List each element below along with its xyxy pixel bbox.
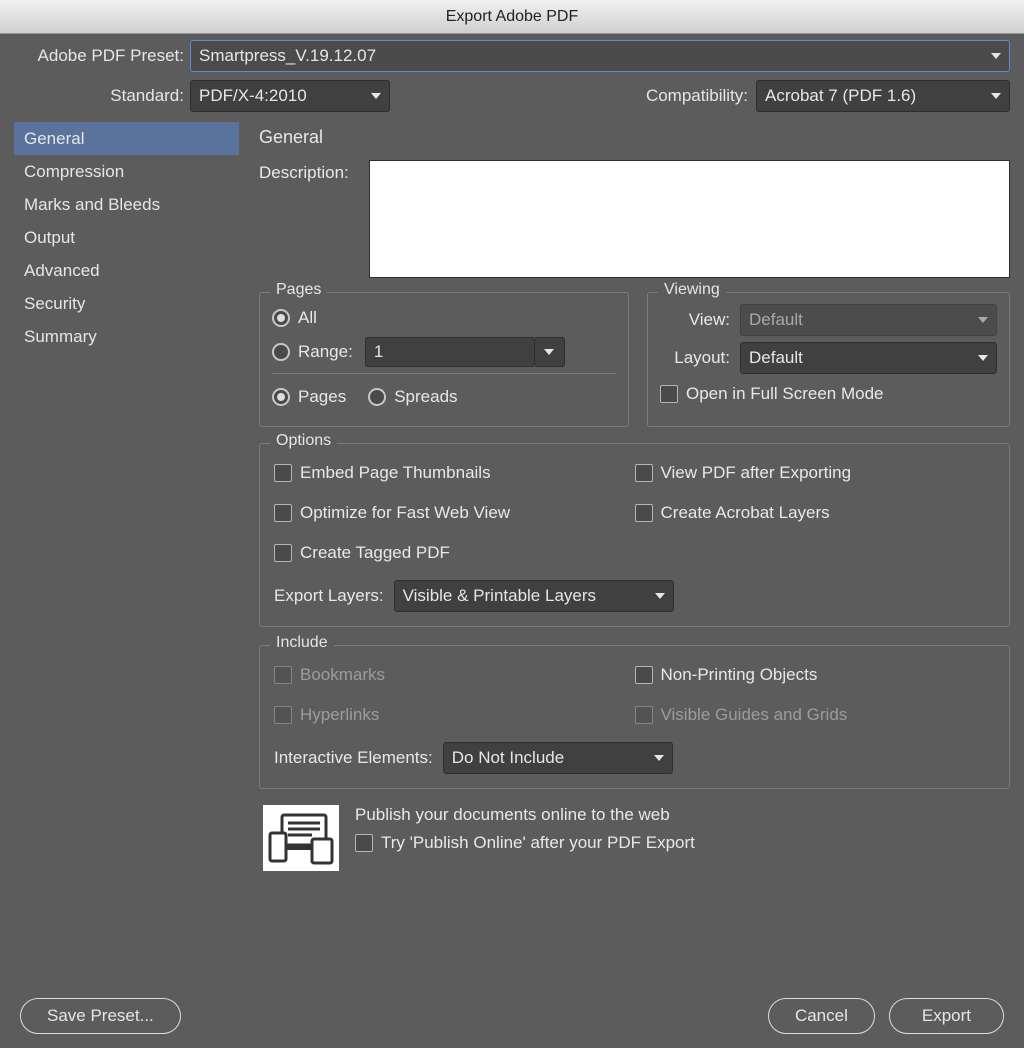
radio-range-label: Range: bbox=[298, 342, 353, 362]
chevron-down-icon bbox=[978, 355, 988, 361]
guides-label: Visible Guides and Grids bbox=[661, 705, 848, 725]
view-after-export-label: View PDF after Exporting bbox=[661, 463, 852, 483]
sidebar-item-output[interactable]: Output bbox=[14, 221, 239, 254]
export-button[interactable]: Export bbox=[889, 998, 1004, 1034]
save-preset-label: Save Preset... bbox=[47, 1006, 154, 1025]
options-group: Options Embed Page Thumbnails View PDF a… bbox=[259, 443, 1010, 627]
export-layers-value: Visible & Printable Layers bbox=[403, 586, 596, 606]
pages-group: Pages All Range: 1 bbox=[259, 292, 629, 427]
panel-heading: General bbox=[259, 127, 1010, 148]
view-after-export-checkbox[interactable] bbox=[635, 464, 653, 482]
export-label: Export bbox=[922, 1006, 971, 1025]
bookmarks-checkbox bbox=[274, 666, 292, 684]
publish-headline: Publish your documents online to the web bbox=[355, 805, 695, 825]
sidebar-item-security[interactable]: Security bbox=[14, 287, 239, 320]
save-preset-button[interactable]: Save Preset... bbox=[20, 998, 181, 1034]
sidebar-item-label: Summary bbox=[24, 327, 97, 347]
publish-online-checkbox[interactable] bbox=[355, 834, 373, 852]
compatibility-dropdown[interactable]: Acrobat 7 (PDF 1.6) bbox=[756, 80, 1010, 112]
sidebar-item-marks-bleeds[interactable]: Marks and Bleeds bbox=[14, 188, 239, 221]
range-input[interactable]: 1 bbox=[365, 337, 535, 367]
sidebar-item-label: Compression bbox=[24, 162, 124, 182]
preset-value: Smartpress_V.19.12.07 bbox=[199, 46, 376, 66]
category-sidebar: General Compression Marks and Bleeds Out… bbox=[14, 122, 239, 871]
window-title: Export Adobe PDF bbox=[446, 8, 579, 26]
non-printing-checkbox[interactable] bbox=[635, 666, 653, 684]
compatibility-label: Compatibility: bbox=[646, 86, 748, 106]
radio-all[interactable] bbox=[272, 309, 290, 327]
view-value: Default bbox=[749, 310, 803, 330]
acrobat-layers-label: Create Acrobat Layers bbox=[661, 503, 830, 523]
include-legend: Include bbox=[270, 634, 334, 652]
chevron-down-icon bbox=[655, 593, 665, 599]
cancel-label: Cancel bbox=[795, 1006, 848, 1025]
interactive-elements-value: Do Not Include bbox=[452, 748, 564, 768]
cancel-button[interactable]: Cancel bbox=[768, 998, 875, 1034]
chevron-down-icon bbox=[654, 755, 664, 761]
guides-checkbox bbox=[635, 706, 653, 724]
radio-spreads[interactable] bbox=[368, 388, 386, 406]
fullscreen-checkbox[interactable] bbox=[660, 385, 678, 403]
chevron-down-icon bbox=[371, 93, 381, 99]
standard-value: PDF/X-4:2010 bbox=[199, 86, 307, 106]
fast-web-view-checkbox[interactable] bbox=[274, 504, 292, 522]
layout-label: Layout: bbox=[660, 348, 730, 368]
preset-dropdown[interactable]: Smartpress_V.19.12.07 bbox=[190, 40, 1010, 72]
sidebar-item-advanced[interactable]: Advanced bbox=[14, 254, 239, 287]
export-layers-dropdown[interactable]: Visible & Printable Layers bbox=[394, 580, 674, 612]
embed-thumbnails-label: Embed Page Thumbnails bbox=[300, 463, 491, 483]
chevron-down-icon bbox=[991, 93, 1001, 99]
chevron-down-icon bbox=[978, 317, 988, 323]
hyperlinks-label: Hyperlinks bbox=[300, 705, 379, 725]
sidebar-item-compression[interactable]: Compression bbox=[14, 155, 239, 188]
radio-range[interactable] bbox=[272, 343, 290, 361]
sidebar-item-general[interactable]: General bbox=[14, 122, 239, 155]
embed-thumbnails-checkbox[interactable] bbox=[274, 464, 292, 482]
fast-web-view-label: Optimize for Fast Web View bbox=[300, 503, 510, 523]
publish-online-icon bbox=[263, 805, 339, 871]
description-textarea[interactable] bbox=[369, 160, 1010, 278]
radio-pages[interactable] bbox=[272, 388, 290, 406]
sidebar-item-label: Security bbox=[24, 294, 85, 314]
standard-dropdown[interactable]: PDF/X-4:2010 bbox=[190, 80, 390, 112]
options-legend: Options bbox=[270, 432, 337, 450]
chevron-down-icon bbox=[991, 53, 1001, 59]
range-value: 1 bbox=[374, 342, 383, 362]
chevron-down-icon bbox=[544, 349, 554, 355]
radio-spreads-label: Spreads bbox=[394, 387, 457, 407]
export-layers-label: Export Layers: bbox=[274, 586, 384, 606]
view-dropdown: Default bbox=[740, 304, 997, 336]
divider bbox=[272, 373, 616, 374]
radio-all-label: All bbox=[298, 308, 317, 328]
interactive-elements-label: Interactive Elements: bbox=[274, 748, 433, 768]
standard-label: Standard: bbox=[14, 86, 184, 106]
viewing-legend: Viewing bbox=[658, 281, 726, 299]
sidebar-item-label: Output bbox=[24, 228, 75, 248]
sidebar-item-summary[interactable]: Summary bbox=[14, 320, 239, 353]
fullscreen-label: Open in Full Screen Mode bbox=[686, 384, 884, 404]
bookmarks-label: Bookmarks bbox=[300, 665, 385, 685]
sidebar-item-label: General bbox=[24, 129, 84, 149]
preset-label: Adobe PDF Preset: bbox=[14, 46, 184, 66]
layout-value: Default bbox=[749, 348, 803, 368]
tagged-pdf-label: Create Tagged PDF bbox=[300, 543, 450, 563]
viewing-group: Viewing View: Default Layout: Default bbox=[647, 292, 1010, 427]
view-label: View: bbox=[660, 310, 730, 330]
publish-online-label: Try 'Publish Online' after your PDF Expo… bbox=[381, 833, 695, 853]
sidebar-item-label: Marks and Bleeds bbox=[24, 195, 160, 215]
radio-pages-label: Pages bbox=[298, 387, 346, 407]
sidebar-item-label: Advanced bbox=[24, 261, 100, 281]
pages-legend: Pages bbox=[270, 281, 327, 299]
window-titlebar: Export Adobe PDF bbox=[0, 0, 1024, 34]
interactive-elements-dropdown[interactable]: Do Not Include bbox=[443, 742, 673, 774]
non-printing-label: Non-Printing Objects bbox=[661, 665, 818, 685]
include-group: Include Bookmarks Non-Printing Objects H… bbox=[259, 645, 1010, 789]
layout-dropdown[interactable]: Default bbox=[740, 342, 997, 374]
description-label: Description: bbox=[259, 160, 369, 278]
acrobat-layers-checkbox[interactable] bbox=[635, 504, 653, 522]
compatibility-value: Acrobat 7 (PDF 1.6) bbox=[765, 86, 916, 106]
tagged-pdf-checkbox[interactable] bbox=[274, 544, 292, 562]
hyperlinks-checkbox bbox=[274, 706, 292, 724]
range-dropdown-button[interactable] bbox=[535, 337, 565, 367]
